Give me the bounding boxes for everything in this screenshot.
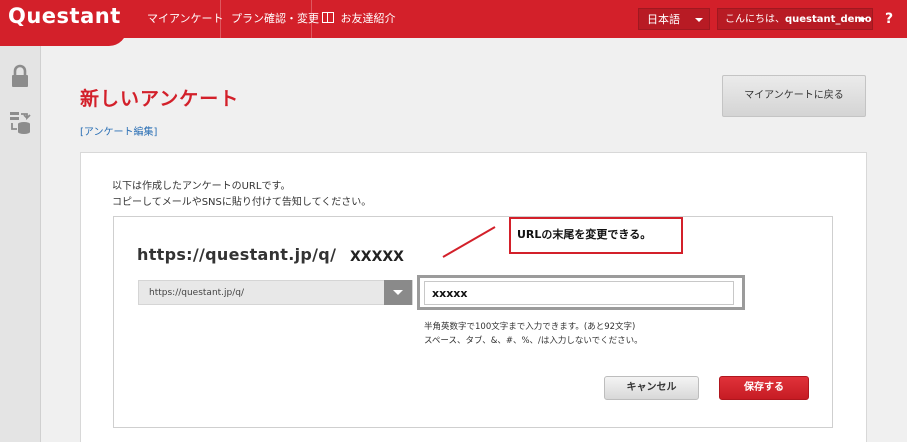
- survey-url-suffix: XXXXX: [350, 249, 404, 265]
- language-select[interactable]: 日本語: [638, 8, 710, 30]
- url-domain-select-value: https://questant.jp/q/: [149, 288, 245, 298]
- chevron-down-icon: [695, 18, 703, 22]
- survey-url-base: https://questant.jp/q/: [137, 245, 337, 264]
- url-input-hint-line2: スペース、タブ、&、#、%、/は入力しないでください。: [424, 336, 643, 346]
- greeting-suffix: さん: [872, 14, 873, 25]
- annotation-callout: URLの末尾を変更できる。: [509, 217, 683, 254]
- callout-pointer-line: [442, 226, 496, 258]
- transfer-icon[interactable]: [9, 110, 31, 134]
- save-button[interactable]: 保存する: [719, 376, 809, 400]
- logo-text: Questant: [8, 4, 121, 28]
- url-suffix-input[interactable]: [424, 281, 734, 305]
- breadcrumb-survey-edit[interactable]: [アンケート編集]: [80, 123, 157, 138]
- help-button[interactable]: ?: [880, 9, 898, 29]
- user-menu[interactable]: こんにちは、questant_demoさん: [717, 8, 873, 30]
- language-select-value: 日本語: [647, 13, 680, 26]
- url-input-hint-line1: 半角英数字で100文字まで入力できます。(あと92文字): [424, 322, 636, 332]
- url-description-line1: 以下は作成したアンケートのURLです。: [112, 181, 291, 192]
- nav-my-surveys-label: マイアンケート: [147, 12, 224, 25]
- nav-refer-friend-label: お友達紹介: [340, 12, 396, 25]
- page-title: 新しいアンケート: [80, 88, 240, 110]
- cancel-button[interactable]: キャンセル: [604, 376, 699, 400]
- url-description-line2: コピーしてメールやSNSに貼り付けて告知してください。: [112, 197, 372, 208]
- app-logo[interactable]: Questant: [0, 0, 127, 46]
- nav-plan-settings-label: プラン確認・変更: [231, 12, 319, 25]
- url-description: 以下は作成したアンケートのURLです。 コピーしてメールやSNSに貼り付けて告知…: [112, 179, 371, 211]
- lock-icon[interactable]: [9, 64, 31, 88]
- gift-icon: [322, 12, 334, 23]
- greeting-prefix: こんにちは、: [725, 14, 785, 25]
- nav-refer-friend[interactable]: お友達紹介: [311, 0, 406, 38]
- sidebar: [0, 46, 41, 442]
- chevron-down-icon[interactable]: [384, 280, 412, 305]
- url-input-hint: 半角英数字で100文字まで入力できます。(あと92文字) スペース、タブ、&、#…: [424, 320, 643, 348]
- help-icon: ?: [884, 11, 894, 27]
- url-domain-select[interactable]: https://questant.jp/q/: [138, 280, 413, 305]
- chevron-down-icon: [858, 18, 866, 22]
- back-to-my-surveys-button[interactable]: マイアンケートに戻る: [722, 75, 866, 117]
